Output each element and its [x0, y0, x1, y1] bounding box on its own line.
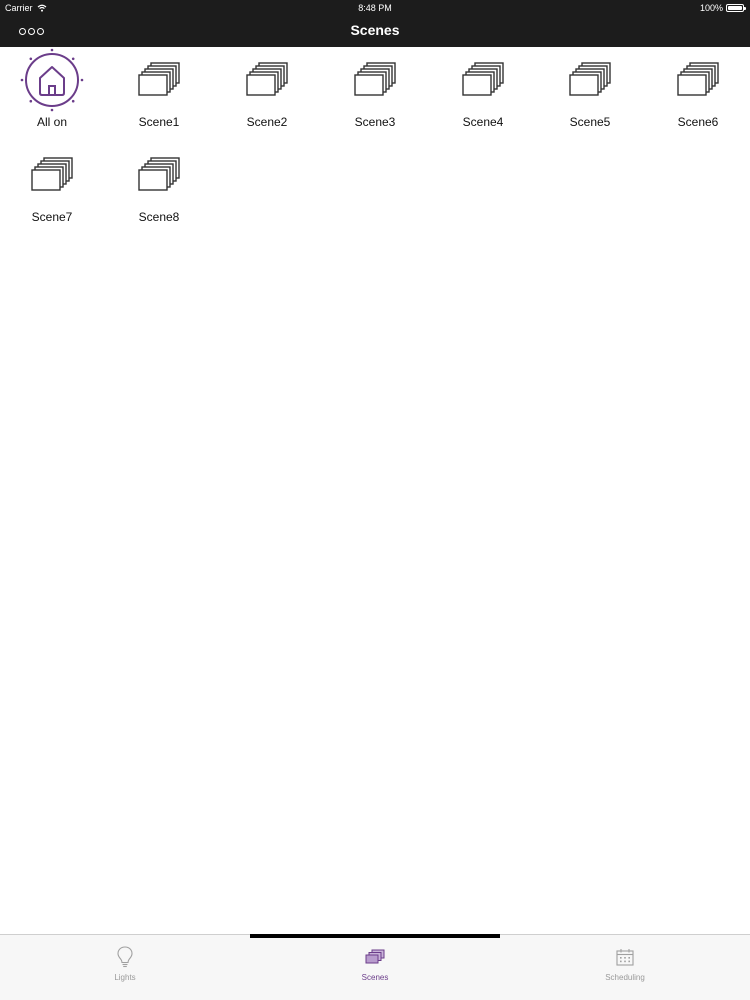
status-battery: 100% — [699, 3, 746, 13]
scene-tile-scene8[interactable]: Scene8 — [109, 142, 209, 232]
tab-label: Scenes — [361, 973, 389, 982]
scene-stack-icon — [138, 62, 180, 96]
scene-stack-icon — [246, 62, 288, 96]
scene-stack-icon — [354, 62, 396, 96]
screen: Carrier 8:48 PM 100% Scenes All on Scene… — [0, 0, 750, 1000]
scene-label: Scene7 — [31, 210, 73, 224]
tab-scheduling[interactable]: Scheduling — [500, 945, 750, 995]
bulb-icon — [117, 946, 133, 968]
battery-label: 100% — [699, 3, 723, 13]
scene-label: Scene5 — [569, 115, 611, 129]
scene-label: All on — [36, 115, 68, 129]
top-bar: Carrier 8:48 PM 100% Scenes — [0, 0, 750, 47]
scene-tile-scene1[interactable]: Scene1 — [109, 47, 209, 137]
icon-wrap — [325, 47, 425, 113]
tab-lights[interactable]: Lights — [0, 945, 250, 995]
scene-tile-scene5[interactable]: Scene5 — [540, 47, 640, 137]
scene-stack-icon — [31, 157, 73, 191]
active-tab-indicator — [250, 934, 500, 938]
tab-icon-wrap — [615, 945, 635, 969]
scene-tile-scene4[interactable]: Scene4 — [433, 47, 533, 137]
scene-label: Scene2 — [246, 115, 288, 129]
scene-label: Scene8 — [138, 210, 180, 224]
tab-label: Scheduling — [605, 973, 645, 982]
status-time: 8:48 PM — [358, 3, 392, 13]
icon-wrap — [217, 47, 317, 113]
scene-stack-icon — [677, 62, 719, 96]
tab-icon-wrap — [116, 945, 134, 969]
icon-wrap — [109, 142, 209, 208]
icon-wrap — [2, 142, 102, 208]
scene-tile-scene6[interactable]: Scene6 — [648, 47, 748, 137]
scene-tile-scene2[interactable]: Scene2 — [217, 47, 317, 137]
tab-icon-wrap — [364, 945, 386, 969]
battery-icon — [726, 4, 746, 12]
tab-bar: Lights Scenes Scheduling — [0, 934, 750, 1000]
icon-wrap — [648, 47, 748, 113]
tab-label: Lights — [114, 973, 136, 982]
scene-label: Scene6 — [677, 115, 719, 129]
scene-label: Scene1 — [138, 115, 180, 129]
scene-stack-icon — [462, 62, 504, 96]
home-icon — [20, 48, 84, 112]
scene-label: Scene3 — [354, 115, 396, 129]
scenes-icon — [365, 949, 385, 964]
scene-stack-icon — [138, 157, 180, 191]
scene-tile-all-on[interactable]: All on — [2, 47, 102, 137]
icon-wrap — [2, 47, 102, 113]
scene-label: Scene4 — [462, 115, 504, 129]
scene-tile-scene7[interactable]: Scene7 — [2, 142, 102, 232]
scene-tile-scene3[interactable]: Scene3 — [325, 47, 425, 137]
icon-wrap — [433, 47, 533, 113]
calendar-icon — [616, 949, 634, 966]
scene-stack-icon — [569, 62, 611, 96]
tab-scenes[interactable]: Scenes — [250, 945, 500, 995]
page-title: Scenes — [350, 22, 400, 38]
icon-wrap — [540, 47, 640, 113]
icon-wrap — [109, 47, 209, 113]
